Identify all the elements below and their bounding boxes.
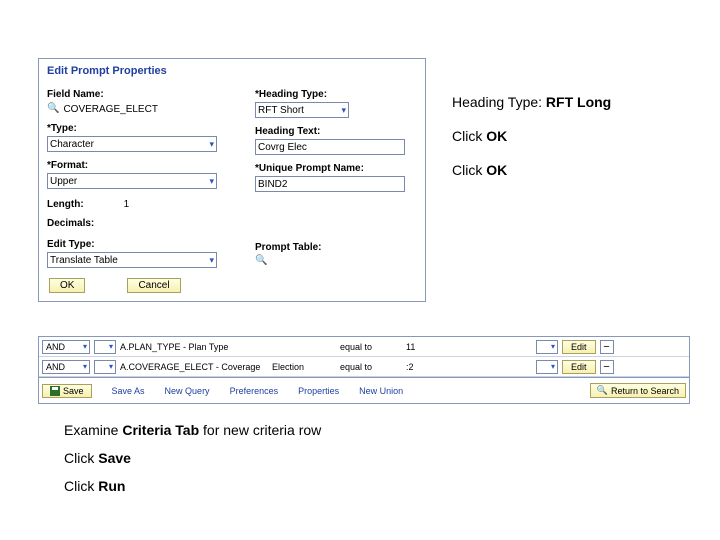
criteria-expression: A.COVERAGE_ELECT - Coverage: [120, 362, 268, 372]
logic-op-dropdown[interactable]: AND▾: [42, 340, 90, 354]
label-type: *Type:: [47, 123, 227, 134]
label-length: Length:: [47, 199, 84, 210]
label-heading-type: *Heading Type:: [255, 89, 405, 100]
note-line: Examine Criteria Tab for new criteria ro…: [64, 422, 321, 438]
paren-dropdown[interactable]: ▾: [94, 360, 116, 374]
floppy-icon: [50, 386, 60, 396]
preferences-link[interactable]: Preferences: [230, 386, 279, 396]
label-edit-type: Edit Type:: [47, 239, 227, 250]
criteria-desc: Election: [272, 362, 336, 372]
logic-op-dropdown[interactable]: AND▾: [42, 360, 90, 374]
criteria-condition: equal to: [340, 342, 402, 352]
bottom-notes: Examine Criteria Tab for new criteria ro…: [64, 422, 321, 506]
save-as-link[interactable]: Save As: [112, 386, 145, 396]
lookup-icon[interactable]: 🔍: [47, 103, 59, 114]
properties-link[interactable]: Properties: [298, 386, 339, 396]
field-name-value: COVERAGE_ELECT: [63, 102, 157, 115]
label-decimals: Decimals:: [47, 218, 227, 229]
chevron-down-icon: ▾: [109, 362, 115, 371]
action-bar: Save Save As New Query Preferences Prope…: [39, 377, 689, 403]
note-line: Click Save: [64, 450, 321, 466]
edit-criteria-button[interactable]: Edit: [562, 360, 596, 374]
label-field-name: Field Name:: [47, 89, 227, 100]
edit-type-dropdown[interactable]: Translate Table ▾: [47, 252, 217, 268]
unique-prompt-input[interactable]: BIND2: [255, 176, 405, 192]
chevron-down-icon: ▾: [551, 362, 557, 371]
label-unique-prompt: *Unique Prompt Name:: [255, 163, 405, 174]
right-notes: Heading Type: RFT Long Click OK Click OK: [452, 88, 611, 190]
criteria-row: AND▾ ▾ A.COVERAGE_ELECT - Coverage Elect…: [39, 357, 689, 377]
criteria-condition: equal to: [340, 362, 402, 372]
edit-prompt-dialog: Edit Prompt Properties Field Name: 🔍 COV…: [38, 58, 426, 302]
ok-button[interactable]: OK: [49, 278, 85, 293]
type-value: Character: [50, 139, 94, 150]
criteria-value: 11: [406, 342, 532, 352]
criteria-grid: AND▾ ▾ A.PLAN_TYPE - Plan Type equal to …: [38, 336, 690, 404]
lookup-icon[interactable]: 🔍: [255, 255, 267, 266]
label-prompt-table: Prompt Table:: [255, 242, 405, 253]
heading-type-value: RFT Short: [258, 105, 304, 116]
heading-type-dropdown[interactable]: RFT Short ▾: [255, 102, 349, 118]
chevron-down-icon: ▾: [109, 342, 115, 351]
heading-text-value: Covrg Elec: [258, 142, 307, 153]
return-to-search-button[interactable]: 🔍 Return to Search: [590, 383, 686, 398]
unique-prompt-value: BIND2: [258, 179, 287, 190]
note-line: Click Run: [64, 478, 321, 494]
label-heading-text: Heading Text:: [255, 126, 405, 137]
new-union-link[interactable]: New Union: [359, 386, 403, 396]
cancel-button[interactable]: Cancel: [127, 278, 180, 293]
paren-dropdown[interactable]: ▾: [94, 340, 116, 354]
chevron-down-icon: ▾: [209, 255, 214, 266]
search-icon: 🔍: [597, 385, 608, 396]
remove-row-button[interactable]: −: [600, 360, 614, 374]
format-dropdown[interactable]: Upper ▾: [47, 173, 217, 189]
chevron-down-icon: ▾: [209, 176, 214, 187]
note-line: Click OK: [452, 122, 611, 150]
format-value: Upper: [50, 176, 77, 187]
chevron-down-icon: ▾: [551, 342, 557, 351]
new-query-link[interactable]: New Query: [165, 386, 210, 396]
label-format: *Format:: [47, 160, 227, 171]
dialog-title: Edit Prompt Properties: [47, 65, 417, 83]
chevron-down-icon: ▾: [83, 362, 89, 371]
remove-row-button[interactable]: −: [600, 340, 614, 354]
criteria-value: :2: [406, 362, 532, 372]
chevron-down-icon: ▾: [341, 105, 346, 116]
criteria-expression: A.PLAN_TYPE - Plan Type: [120, 342, 268, 352]
edit-type-value: Translate Table: [50, 255, 118, 266]
note-line: Heading Type: RFT Long: [452, 88, 611, 116]
edit-criteria-button[interactable]: Edit: [562, 340, 596, 354]
chevron-down-icon: ▾: [209, 139, 214, 150]
heading-text-input[interactable]: Covrg Elec: [255, 139, 405, 155]
type-dropdown[interactable]: Character ▾: [47, 136, 217, 152]
chevron-down-icon: ▾: [83, 342, 89, 351]
paren-dropdown[interactable]: ▾: [536, 340, 558, 354]
criteria-row: AND▾ ▾ A.PLAN_TYPE - Plan Type equal to …: [39, 337, 689, 357]
save-button[interactable]: Save: [42, 384, 92, 398]
note-line: Click OK: [452, 156, 611, 184]
paren-dropdown[interactable]: ▾: [536, 360, 558, 374]
length-value: 1: [124, 199, 130, 210]
